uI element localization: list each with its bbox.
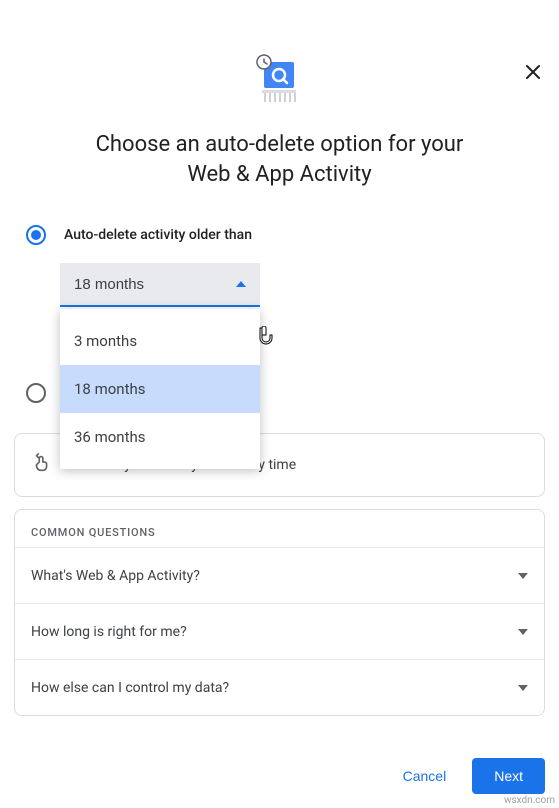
cancel-button[interactable]: Cancel bbox=[385, 758, 465, 794]
dialog-footer: Cancel Next bbox=[385, 758, 545, 794]
menu-item-36-months[interactable]: 36 months bbox=[60, 413, 260, 461]
dialog-title: Choose an auto-delete option for your We… bbox=[0, 130, 559, 189]
radio-button-unselected[interactable] bbox=[26, 383, 46, 403]
chevron-down-icon bbox=[518, 573, 528, 579]
menu-item-3-months[interactable]: 3 months bbox=[60, 317, 260, 365]
dropdown-value: 18 months bbox=[74, 276, 144, 293]
question-item[interactable]: How long is right for me? bbox=[15, 603, 544, 659]
chevron-up-icon bbox=[236, 281, 246, 287]
duration-dropdown[interactable]: 18 months bbox=[60, 263, 260, 307]
close-icon bbox=[525, 64, 541, 84]
next-button[interactable]: Next bbox=[472, 758, 545, 794]
radio-button-selected[interactable] bbox=[26, 225, 46, 245]
chevron-down-icon bbox=[518, 685, 528, 691]
touch-icon bbox=[31, 452, 53, 478]
duration-dropdown-menu: 3 months 18 months 36 months bbox=[60, 309, 260, 469]
common-questions-card: COMMON QUESTIONS What's Web & App Activi… bbox=[14, 509, 545, 716]
chevron-down-icon bbox=[518, 629, 528, 635]
radio-label: Auto-delete activity older than bbox=[64, 227, 252, 243]
menu-item-18-months[interactable]: 18 months bbox=[60, 365, 260, 413]
hero-icon bbox=[0, 48, 559, 108]
question-item[interactable]: How else can I control my data? bbox=[15, 659, 544, 715]
close-button[interactable] bbox=[521, 62, 545, 86]
question-item[interactable]: What's Web & App Activity? bbox=[15, 547, 544, 603]
radio-option-auto-delete[interactable]: Auto-delete activity older than bbox=[26, 225, 533, 245]
watermark: wsxdn.com bbox=[504, 795, 555, 806]
common-questions-header: COMMON QUESTIONS bbox=[15, 526, 544, 547]
